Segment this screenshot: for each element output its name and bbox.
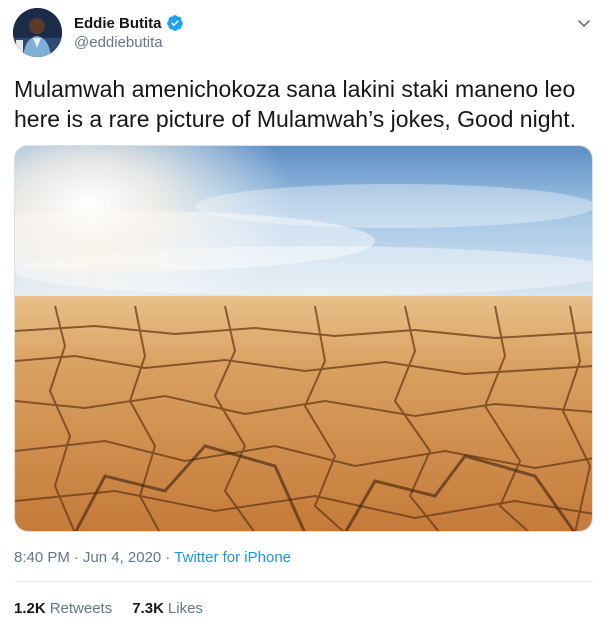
- tweet-text: Mulamwah amenichokoza sana lakini staki …: [14, 76, 577, 132]
- retweets-count: 1.2K: [14, 600, 46, 617]
- meta-separator: ·: [73, 549, 79, 566]
- user-name-block: Eddie Butita @eddiebutita: [74, 13, 184, 51]
- tweet-image[interactable]: [14, 145, 593, 532]
- chevron-down-icon[interactable]: [575, 14, 593, 32]
- retweets-label: Retweets: [49, 600, 113, 617]
- display-name[interactable]: Eddie Butita: [74, 15, 162, 32]
- likes-stat[interactable]: 7.3K Likes: [132, 600, 203, 617]
- tweet-source-link[interactable]: Twitter for iPhone: [174, 549, 291, 566]
- cracked-earth-photo: [15, 146, 592, 531]
- likes-label: Likes: [167, 600, 203, 617]
- retweets-stat[interactable]: 1.2K Retweets: [14, 600, 112, 617]
- user-handle[interactable]: @eddiebutita: [74, 34, 184, 51]
- tweet-stats: 1.2K Retweets 7.3K Likes: [14, 600, 223, 617]
- tweet-meta: 8:40 PM · Jun 4, 2020 · Twitter for iPho…: [14, 549, 291, 566]
- tweet-date[interactable]: Jun 4, 2020: [83, 549, 161, 566]
- avatar-photo: [13, 8, 62, 57]
- tweet-time[interactable]: 8:40 PM: [14, 549, 70, 566]
- tweet-header: Eddie Butita @eddiebutita: [13, 8, 593, 60]
- tweet-card: Eddie Butita @eddiebutita Mulamwah ameni…: [0, 0, 604, 626]
- meta-separator: ·: [165, 549, 171, 566]
- display-name-row: Eddie Butita: [74, 13, 184, 33]
- divider: [14, 581, 594, 582]
- avatar[interactable]: [13, 8, 62, 57]
- verified-badge-icon: [166, 14, 184, 32]
- likes-count: 7.3K: [132, 600, 164, 617]
